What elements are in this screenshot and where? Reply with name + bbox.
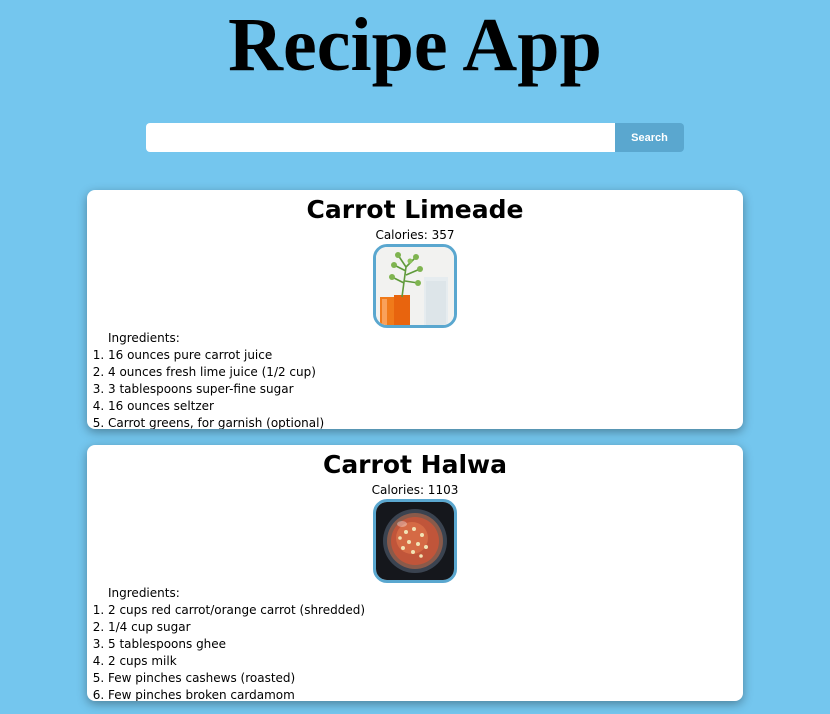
ingredient-item: Carrot greens, for garnish (optional) <box>108 415 743 429</box>
recipe-title: Carrot Halwa <box>322 450 508 479</box>
ingredient-item: 5 tablespoons ghee <box>108 636 743 653</box>
ingredient-item: Few pinches cashews (roasted) <box>108 670 743 687</box>
ingredient-item: 3 tablespoons super-fine sugar <box>108 381 743 398</box>
ingredient-item: 2 cups red carrot/orange carrot (shredde… <box>108 602 743 619</box>
ingredients-list: 2 cups red carrot/orange carrot (shredde… <box>87 602 743 701</box>
recipe-title: Carrot Limeade <box>306 195 524 224</box>
recipe-card: Carrot Halwa Calories: 1103 Ingredients:… <box>87 445 743 701</box>
recipe-calories: Calories: 1103 <box>371 483 459 497</box>
search-input[interactable] <box>146 123 615 152</box>
carrot-halwa-photo <box>373 499 457 583</box>
carrot-limeade-photo <box>373 244 457 328</box>
ingredient-item: 16 ounces pure carrot juice <box>108 347 743 364</box>
ingredient-item: 1/4 cup sugar <box>108 619 743 636</box>
app-title: Recipe App <box>228 3 602 87</box>
recipe-card: Carrot Limeade Calories: 357 Ingredients… <box>87 190 743 429</box>
ingredient-item: 4 ounces fresh lime juice (1/2 cup) <box>108 364 743 381</box>
ingredients-list: 16 ounces pure carrot juice 4 ounces fre… <box>87 347 743 429</box>
search-form: Search <box>146 123 684 152</box>
search-button[interactable]: Search <box>615 123 684 152</box>
recipe-calories: Calories: 357 <box>375 228 455 242</box>
ingredient-item: Few pinches broken cardamom <box>108 687 743 701</box>
ingredients-label: Ingredients: <box>108 586 180 600</box>
ingredients-label: Ingredients: <box>108 331 180 345</box>
ingredient-item: 2 cups milk <box>108 653 743 670</box>
ingredient-item: 16 ounces seltzer <box>108 398 743 415</box>
